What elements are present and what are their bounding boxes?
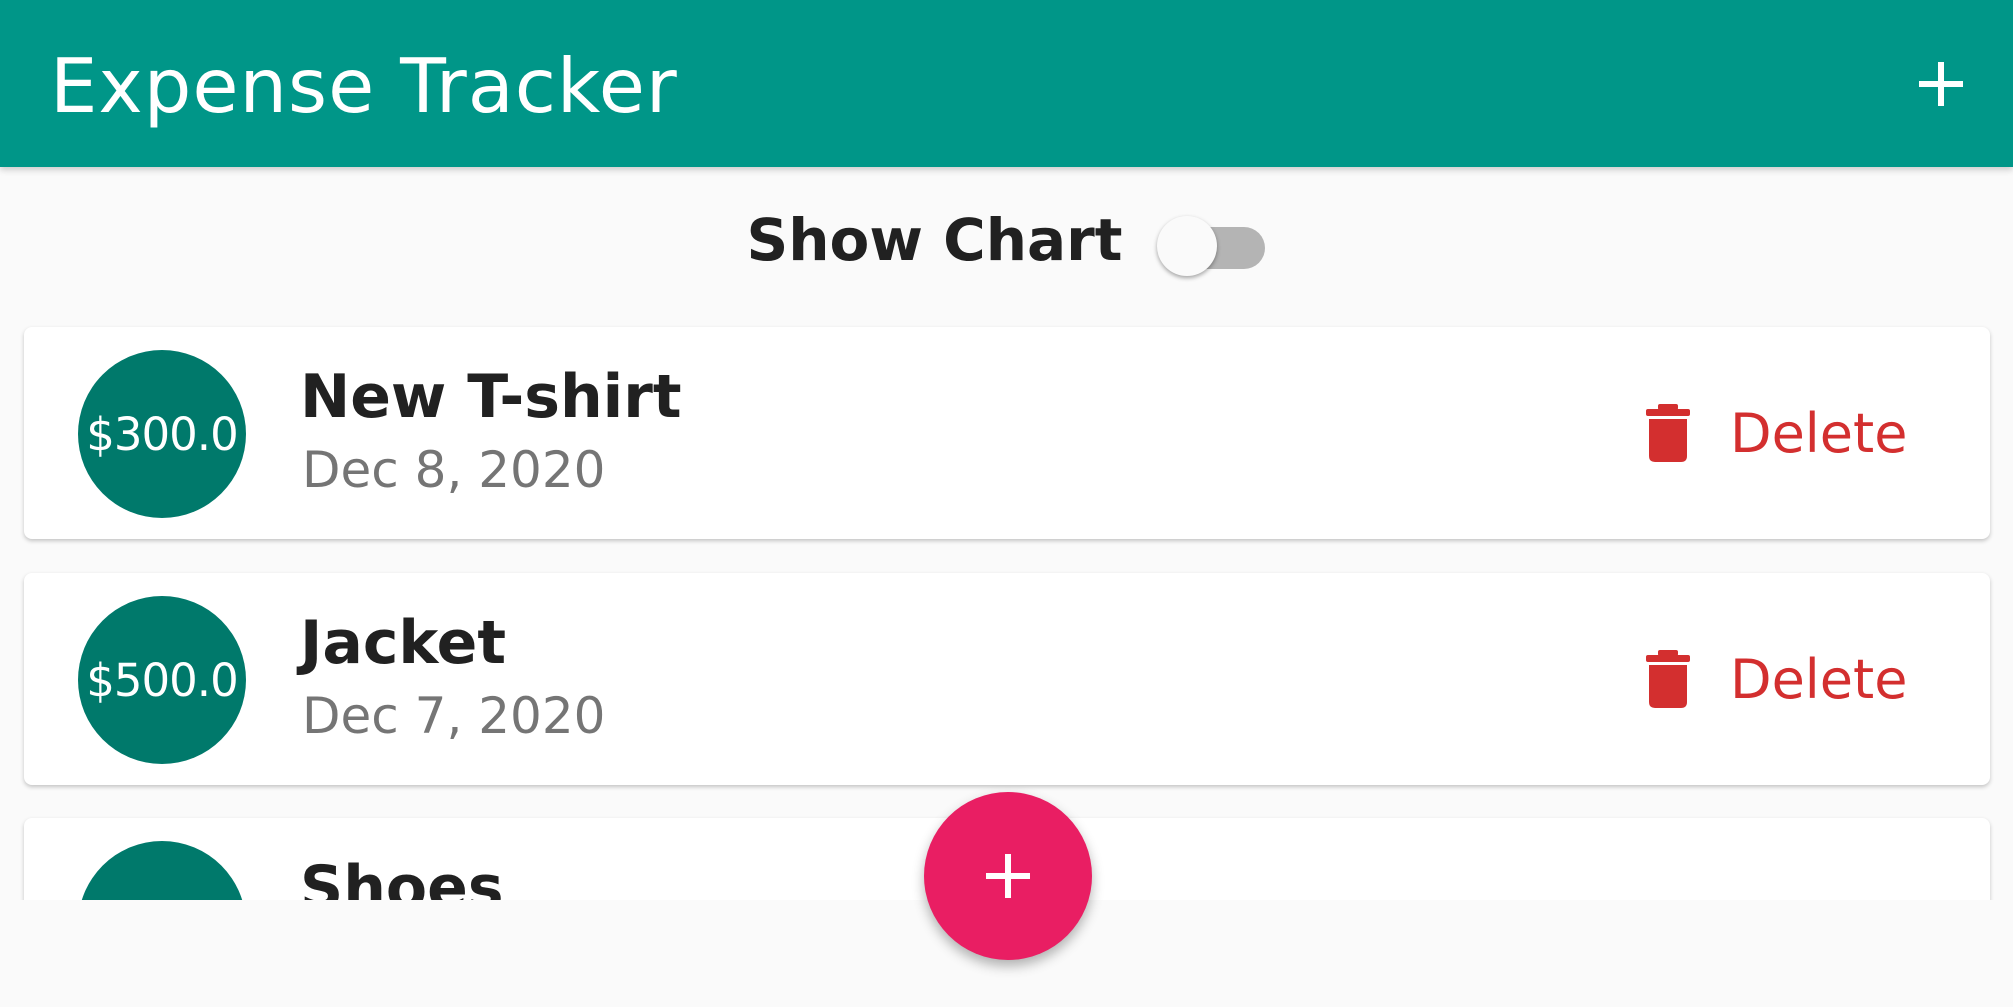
trash-icon <box>1646 650 1690 708</box>
transaction-title: New T-shirt <box>300 362 682 432</box>
app-title: Expense Tracker <box>50 42 678 130</box>
transaction-card: $300.0 New T-shirt Dec 8, 2020 Delete <box>24 327 1990 539</box>
transaction-title: Jacket <box>300 608 507 678</box>
amount-avatar: $300.0 <box>78 350 246 518</box>
transaction-card: $500.0 Jacket Dec 7, 2020 Delete <box>24 573 1990 785</box>
add-transaction-button[interactable] <box>1901 44 1981 124</box>
delete-label: Delete <box>1730 401 1908 465</box>
delete-label: Delete <box>1730 647 1908 711</box>
transaction-date: Dec 8, 2020 <box>302 441 606 499</box>
transaction-date: Dec 7, 2020 <box>302 687 606 745</box>
trash-icon <box>1646 404 1690 462</box>
plus-icon <box>1919 62 1963 106</box>
amount-avatar <box>78 841 246 900</box>
delete-button[interactable]: Delete <box>1644 397 1907 469</box>
amount-avatar: $500.0 <box>78 596 246 764</box>
plus-icon <box>986 854 1030 898</box>
app-bar: Expense Tracker <box>0 0 2013 167</box>
delete-button[interactable]: Delete <box>1644 643 1907 715</box>
transaction-title: Shoes <box>300 853 504 900</box>
add-transaction-fab[interactable] <box>924 792 1092 960</box>
